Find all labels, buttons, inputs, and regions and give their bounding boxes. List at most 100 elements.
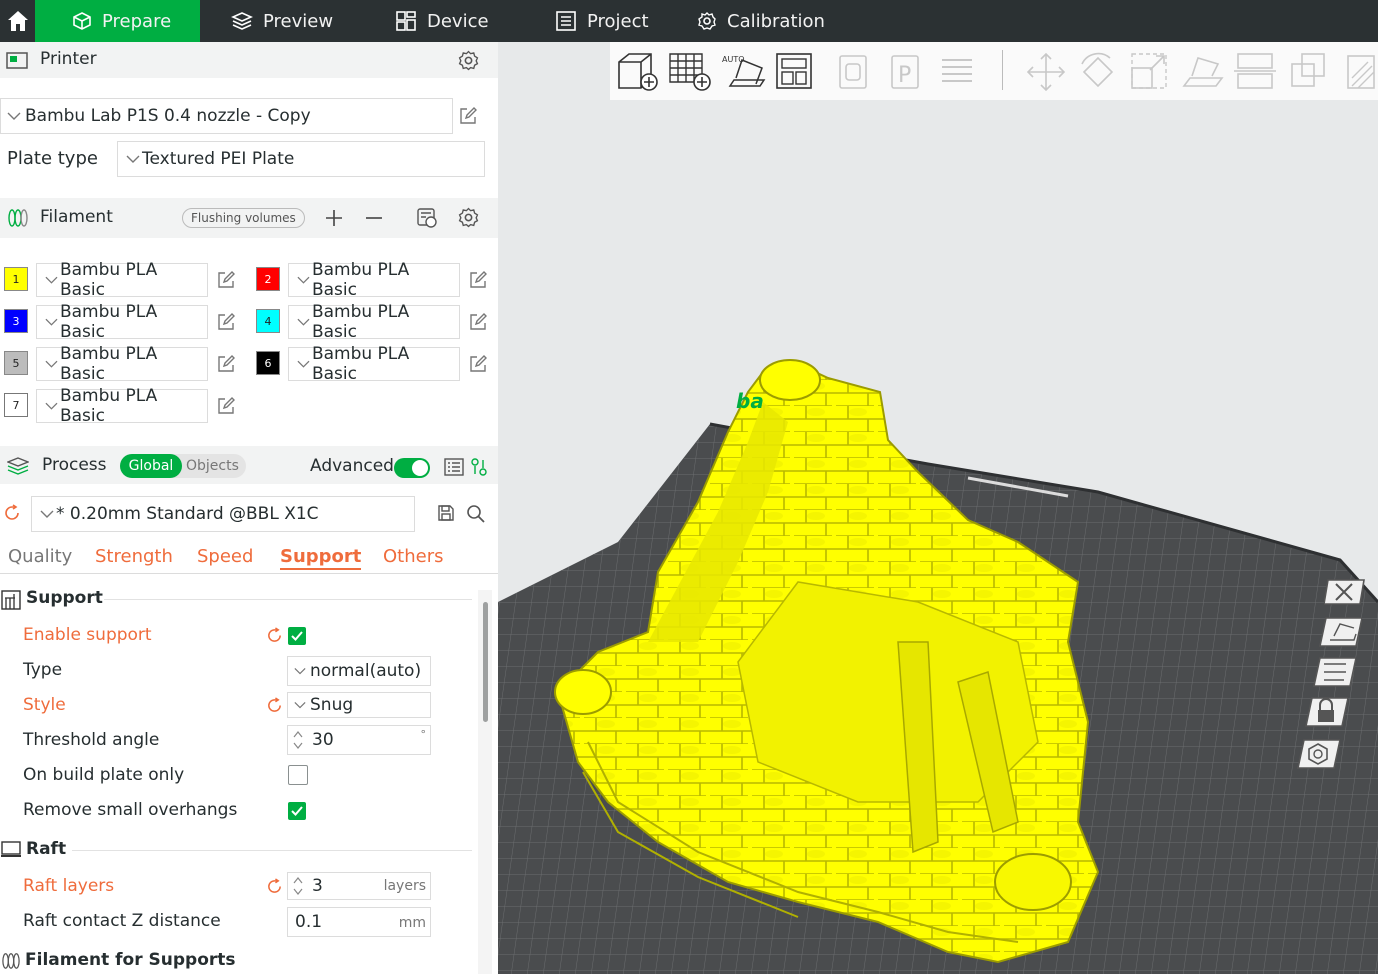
plate-type-label: Plate type [7,148,98,169]
filament-slot-number: 3 [12,314,20,328]
auto-orient-icon[interactable] [1318,612,1362,652]
filament-color-swatch[interactable]: 4 [256,309,280,333]
objects-button[interactable]: Objects [186,454,239,478]
remove-overhangs-checkbox[interactable] [288,802,306,820]
top-bar: Prepare Preview Device Project Calibrati… [0,0,1378,42]
chevron-down-icon [297,276,310,284]
filament-color-swatch[interactable]: 7 [4,393,28,417]
plate-type-value: Textured PEI Plate [142,149,295,169]
global-button[interactable]: Global [120,454,182,478]
hexagon-icon[interactable] [1296,734,1340,774]
filament-color-swatch[interactable]: 3 [4,309,28,333]
filament-select[interactable]: Bambu PLA Basic [288,344,460,384]
filament-color-swatch[interactable]: 2 [256,267,280,291]
tab-support[interactable]: Support [280,546,362,570]
undo-icon[interactable] [266,878,283,895]
filament-name: Bambu PLA Basic [59,386,158,426]
settings-panel: Printer Bambu Lab P1S 0.4 nozzle - Copy … [0,42,498,974]
type-select[interactable]: normal(auto) [287,656,431,686]
filament-color-swatch[interactable]: 5 [4,351,28,375]
add-icon[interactable] [325,209,343,227]
edit-icon[interactable] [458,106,478,126]
spin-arrows-icon[interactable] [292,729,304,751]
edit-icon[interactable] [216,312,236,332]
chevron-down-icon [297,318,310,326]
tab-quality[interactable]: Quality [8,546,72,567]
undo-icon[interactable] [266,627,283,644]
threshold-angle-unit: ° [420,728,427,741]
printer-preset-select[interactable]: Bambu Lab P1S 0.4 nozzle - Copy [0,98,453,134]
save-icon[interactable] [437,504,455,522]
raft-layers-input[interactable]: 3 layers [287,872,431,900]
flushing-volumes-button[interactable]: Flushing volumes [182,208,305,228]
threshold-angle-label: Threshold angle [23,730,160,750]
tab-label: Project [587,10,649,32]
filament-supports-title: Filament for Supports [25,950,236,970]
tab-calibration[interactable]: Calibration [697,0,825,42]
compare-icon[interactable] [471,458,487,476]
list-view-icon[interactable] [444,458,464,476]
ams-sync-icon[interactable] [416,207,438,229]
3d-viewport[interactable]: AUTO P ba [498,42,1378,974]
global-objects-switch: Global Objects [120,454,246,478]
chevron-down-icon [297,360,310,368]
support-icon [1,590,21,610]
chevron-down-icon [45,360,58,368]
tab-device[interactable]: Device [395,0,489,42]
threshold-angle-input[interactable]: 30 ° [287,725,431,755]
tab-speed[interactable]: Speed [197,546,253,567]
undo-icon[interactable] [3,504,21,522]
raft-group-title: Raft [26,839,67,859]
filament-select[interactable]: Bambu PLA Basic [36,302,208,342]
remove-overhangs-label: Remove small overhangs [23,800,238,820]
tab-others[interactable]: Others [383,546,444,567]
tab-strength[interactable]: Strength [95,546,173,567]
edit-icon[interactable] [468,312,488,332]
scrollbar-track[interactable] [478,590,492,974]
spin-arrows-icon[interactable] [292,875,304,897]
lock-icon[interactable] [1304,692,1348,732]
build-plate-only-checkbox[interactable] [288,765,308,785]
process-preset-select[interactable]: * 0.20mm Standard @BBL X1C [31,496,415,532]
divider [104,599,472,600]
filament-color-swatch[interactable]: 1 [4,267,28,291]
tab-project[interactable]: Project [555,0,649,42]
gear-icon[interactable] [458,207,479,228]
edit-icon[interactable] [216,396,236,416]
filament-select[interactable]: Bambu PLA Basic [36,344,208,384]
style-value: Snug [310,695,354,715]
edit-icon[interactable] [216,270,236,290]
remove-icon[interactable] [365,209,383,227]
filament-select[interactable]: Bambu PLA Basic [288,260,460,300]
chevron-down-icon [294,702,306,709]
filament-icon [8,209,28,227]
filament-title: Filament [40,207,113,227]
filament-select[interactable]: Bambu PLA Basic [288,302,460,342]
gear-icon[interactable] [458,50,479,71]
filament-select[interactable]: Bambu PLA Basic [36,260,208,300]
filament-select[interactable]: Bambu PLA Basic [36,386,208,426]
filament-name: Bambu PLA Basic [311,344,410,384]
home-button[interactable] [0,0,35,42]
advanced-toggle[interactable] [394,458,430,478]
type-label: Type [23,660,63,680]
enable-support-checkbox[interactable] [288,627,306,645]
scrollbar-thumb[interactable] [483,602,488,722]
close-icon[interactable] [1324,572,1368,612]
search-icon[interactable] [466,504,486,524]
tab-prepare[interactable]: Prepare [35,0,200,42]
style-select[interactable]: Snug [287,692,431,718]
filament-slot-number: 7 [12,398,20,412]
edit-icon[interactable] [216,354,236,374]
arrange-icon[interactable] [1312,652,1356,692]
undo-icon[interactable] [266,697,283,714]
edit-icon[interactable] [468,354,488,374]
printer-preset-value: Bambu Lab P1S 0.4 nozzle - Copy [25,106,311,126]
raft-contact-input[interactable]: 0.1 mm [287,907,431,937]
tab-preview[interactable]: Preview [231,0,333,42]
edit-icon[interactable] [468,270,488,290]
divider [72,850,472,851]
slicer-app: Prepare Preview Device Project Calibrati… [0,0,1378,974]
filament-color-swatch[interactable]: 6 [256,351,280,375]
plate-type-select[interactable]: Textured PEI Plate [117,141,485,177]
